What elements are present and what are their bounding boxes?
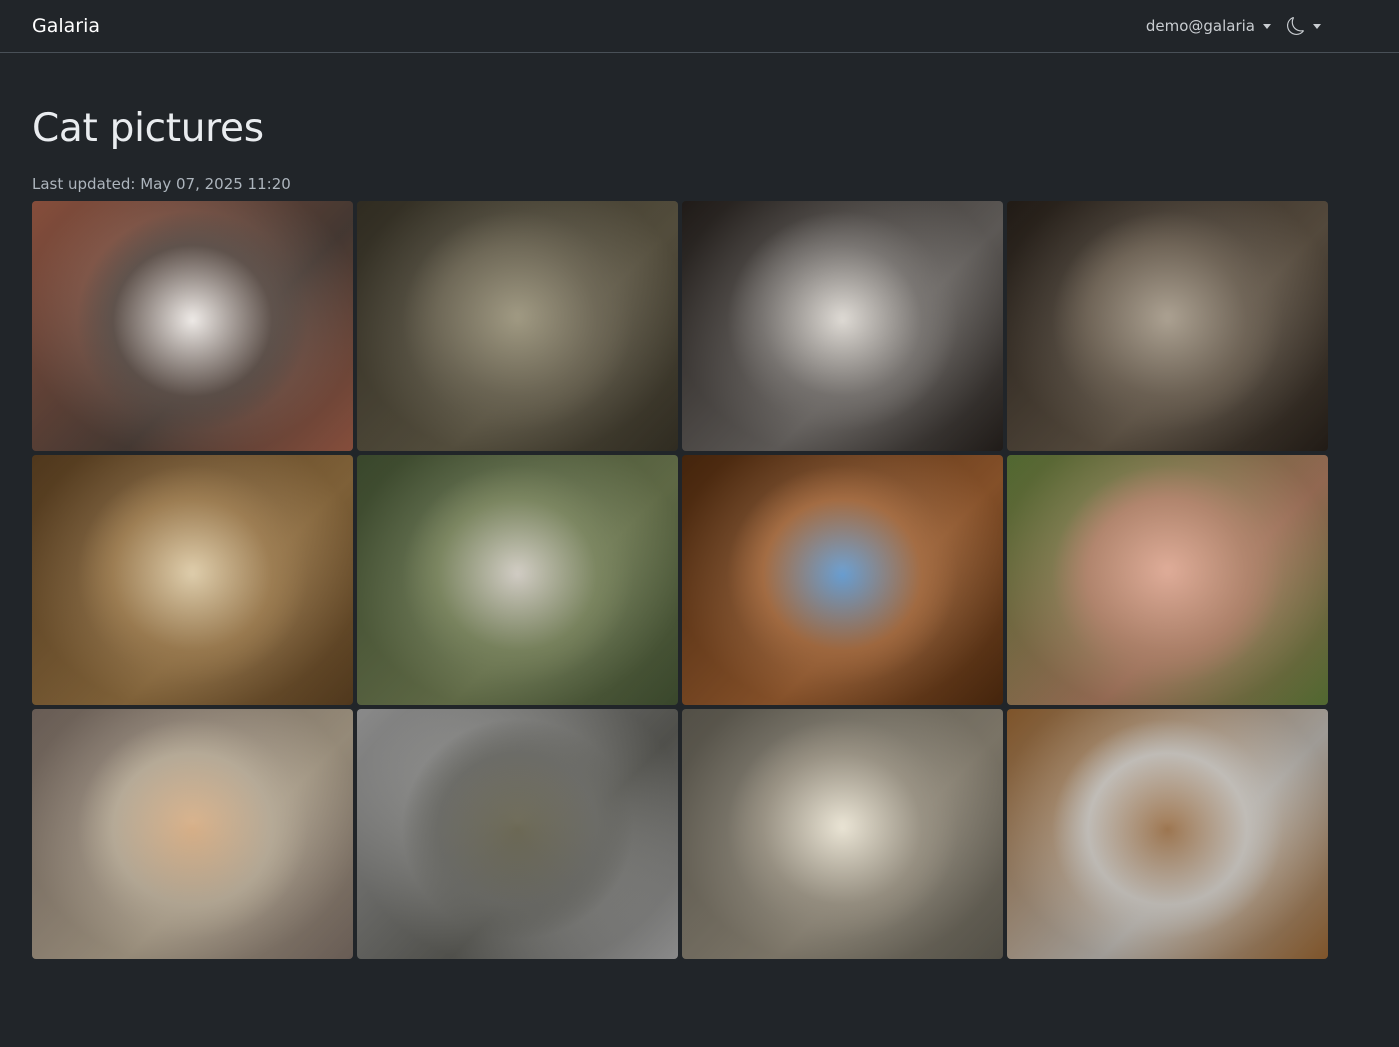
main-content: Cat pictures Last updated: May 07, 2025 … (0, 107, 1399, 959)
photo-shading (357, 201, 678, 451)
user-menu-dropdown[interactable]: demo@galaria (1146, 17, 1271, 35)
navbar: Galaria demo@galaria (0, 0, 1399, 53)
photo-shading (1007, 455, 1328, 705)
gallery-photo-tile[interactable] (1007, 709, 1328, 959)
photo-shading (1007, 709, 1328, 959)
page-title: Cat pictures (32, 106, 264, 151)
gallery-photo-tile[interactable] (682, 709, 1003, 959)
theme-menu-dropdown[interactable] (1287, 17, 1321, 35)
photo-shading (357, 709, 678, 959)
brand-link[interactable]: Galaria (32, 15, 100, 37)
photo-shading (357, 455, 678, 705)
gallery-photo-tile[interactable] (682, 201, 1003, 451)
moon-icon (1287, 17, 1304, 35)
photo-shading (682, 709, 1003, 959)
gallery-photo-tile[interactable] (357, 455, 678, 705)
gallery-photo-tile[interactable] (357, 709, 678, 959)
last-updated-text: Last updated: May 07, 2025 11:20 (32, 175, 291, 193)
user-menu-label: demo@galaria (1145, 17, 1255, 35)
gallery-photo-tile[interactable] (1007, 201, 1328, 451)
photo-shading (32, 455, 353, 705)
chevron-down-icon (1263, 23, 1271, 29)
gallery-photo-tile[interactable] (32, 455, 353, 705)
photo-shading (1007, 201, 1328, 451)
photo-shading (682, 455, 1003, 705)
photo-shading (32, 709, 353, 959)
gallery-photo-tile[interactable] (32, 709, 353, 959)
navbar-right: demo@galaria (1146, 0, 1321, 52)
photo-gallery (32, 201, 1328, 959)
gallery-photo-tile[interactable] (1007, 455, 1328, 705)
chevron-down-icon (1313, 23, 1321, 29)
gallery-photo-tile[interactable] (682, 455, 1003, 705)
gallery-photo-tile[interactable] (32, 201, 353, 451)
gallery-photo-tile[interactable] (357, 201, 678, 451)
photo-shading (32, 201, 353, 451)
photo-shading (682, 201, 1003, 451)
